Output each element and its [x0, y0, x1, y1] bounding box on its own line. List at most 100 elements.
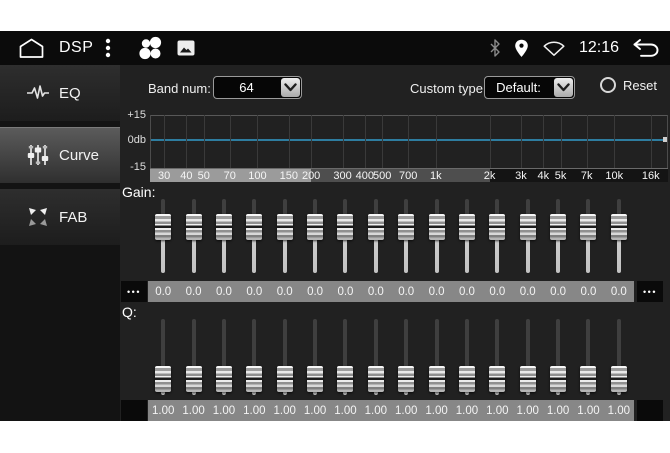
slider-thumb[interactable]	[520, 214, 536, 240]
q-slider[interactable]	[216, 317, 232, 397]
gain-slider[interactable]	[429, 197, 445, 275]
gain-slider[interactable]	[246, 197, 262, 275]
slider-thumb[interactable]	[489, 214, 505, 240]
freq-tick-label: 100	[248, 170, 266, 182]
q-slider[interactable]	[337, 317, 353, 397]
frequency-tick-strip: 304050701001502003004005007001k2k3k4k5k7…	[150, 168, 668, 182]
freq-gridline	[382, 115, 383, 168]
q-slider[interactable]	[186, 317, 202, 397]
clock: 12:16	[579, 39, 619, 57]
slider-thumb[interactable]	[489, 366, 505, 392]
q-slider[interactable]	[307, 317, 323, 397]
gain-slider[interactable]	[368, 197, 384, 275]
slider-thumb[interactable]	[398, 214, 414, 240]
gain-slider[interactable]	[307, 197, 323, 275]
chevron-down-icon[interactable]	[281, 78, 300, 97]
q-slider[interactable]	[398, 317, 414, 397]
slider-thumb[interactable]	[398, 366, 414, 392]
q-slider-column	[482, 317, 512, 397]
freq-tick-label: 4k	[537, 170, 549, 182]
sidebar-item-curve[interactable]: Curve	[0, 127, 120, 183]
slider-thumb[interactable]	[429, 366, 445, 392]
q-slider[interactable]	[520, 317, 536, 397]
q-slider[interactable]	[368, 317, 384, 397]
slider-thumb[interactable]	[216, 214, 232, 240]
sidebar-item-eq[interactable]: EQ	[0, 65, 120, 121]
sidebar-item-fab[interactable]: FAB	[0, 189, 120, 245]
chevron-down-icon[interactable]	[554, 78, 573, 97]
slider-thumb[interactable]	[186, 214, 202, 240]
slider-thumb[interactable]	[550, 366, 566, 392]
gain-slider[interactable]	[186, 197, 202, 275]
slider-thumb[interactable]	[459, 214, 475, 240]
slider-thumb[interactable]	[429, 214, 445, 240]
gain-slider[interactable]	[550, 197, 566, 275]
slider-thumb[interactable]	[155, 214, 171, 240]
plot-edge-line	[667, 115, 668, 168]
freq-gridline	[408, 115, 409, 168]
q-slider[interactable]	[611, 317, 627, 397]
freq-gridline	[343, 115, 344, 168]
gain-slider[interactable]	[155, 197, 171, 275]
gain-slider-column	[513, 197, 543, 275]
gain-slider[interactable]	[398, 197, 414, 275]
gain-slider[interactable]	[489, 197, 505, 275]
q-value: 1.00	[421, 400, 451, 421]
slider-thumb[interactable]	[155, 366, 171, 392]
q-slider[interactable]	[277, 317, 293, 397]
slider-thumb[interactable]	[611, 366, 627, 392]
gain-slider[interactable]	[520, 197, 536, 275]
freq-gridline	[230, 115, 231, 168]
slider-thumb[interactable]	[368, 366, 384, 392]
slider-thumb[interactable]	[186, 366, 202, 392]
slider-thumb[interactable]	[550, 214, 566, 240]
gain-more-right-button[interactable]: •••	[637, 281, 663, 302]
apps-clover-icon[interactable]	[137, 35, 163, 61]
slider-thumb[interactable]	[580, 366, 596, 392]
gain-slider[interactable]	[611, 197, 627, 275]
q-slider[interactable]	[550, 317, 566, 397]
q-slider[interactable]	[429, 317, 445, 397]
slider-thumb[interactable]	[337, 366, 353, 392]
gain-slider[interactable]	[277, 197, 293, 275]
eq-plot-area[interactable]: 304050701001502003004005007001k2k3k4k5k7…	[150, 108, 668, 182]
slider-thumb[interactable]	[277, 366, 293, 392]
q-slider[interactable]	[155, 317, 171, 397]
back-icon[interactable]	[632, 38, 660, 58]
slider-thumb[interactable]	[520, 366, 536, 392]
slider-thumb[interactable]	[216, 366, 232, 392]
overflow-menu-icon[interactable]	[105, 37, 111, 59]
slider-thumb[interactable]	[307, 214, 323, 240]
freq-gridline	[561, 115, 562, 168]
band-num-label: Band num:	[148, 81, 211, 96]
q-slider[interactable]	[459, 317, 475, 397]
q-slider[interactable]	[580, 317, 596, 397]
gain-slider[interactable]	[216, 197, 232, 275]
gain-slider[interactable]	[337, 197, 353, 275]
slider-thumb[interactable]	[580, 214, 596, 240]
gallery-icon[interactable]	[177, 40, 195, 56]
slider-thumb[interactable]	[611, 214, 627, 240]
band-num-dropdown[interactable]: 64	[213, 76, 302, 99]
freq-gridline	[164, 115, 165, 168]
q-slider[interactable]	[489, 317, 505, 397]
gain-slider[interactable]	[459, 197, 475, 275]
gain-slider-column	[543, 197, 573, 275]
slider-thumb[interactable]	[368, 214, 384, 240]
q-slider-column	[543, 317, 573, 397]
slider-thumb[interactable]	[246, 214, 262, 240]
q-value: 1.00	[543, 400, 573, 421]
slider-thumb[interactable]	[337, 214, 353, 240]
custom-type-dropdown[interactable]: Default:	[484, 76, 575, 99]
gain-slider[interactable]	[580, 197, 596, 275]
q-slider[interactable]	[246, 317, 262, 397]
gain-more-left-button[interactable]: •••	[121, 281, 147, 302]
reset-button[interactable]: Reset	[600, 77, 657, 93]
slider-thumb[interactable]	[277, 214, 293, 240]
slider-thumb[interactable]	[459, 366, 475, 392]
home-icon[interactable]	[18, 37, 45, 59]
gain-value: 0.0	[148, 281, 178, 302]
slider-thumb[interactable]	[246, 366, 262, 392]
slider-thumb[interactable]	[307, 366, 323, 392]
gain-slider-bank	[148, 197, 634, 275]
